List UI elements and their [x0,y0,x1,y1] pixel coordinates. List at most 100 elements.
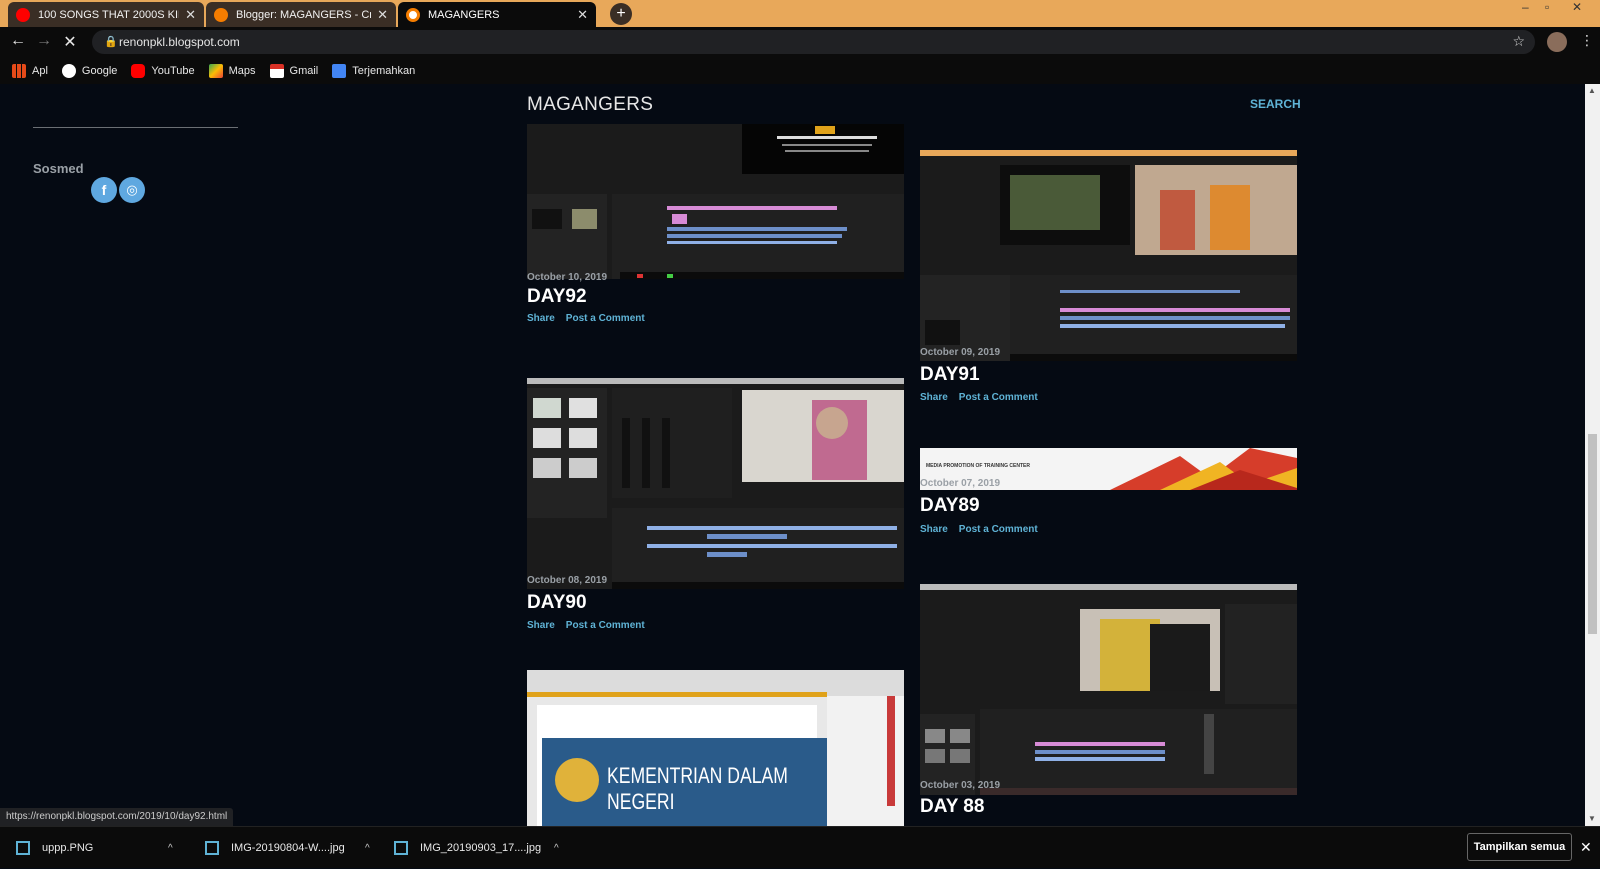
post-card: October 09, 2019 DAY91 Share Post a Comme… [920,150,1297,410]
address-url[interactable]: renonpkl.blogspot.com [119,35,240,49]
tab-magangers[interactable]: MAGANGERS ✕ [398,2,596,27]
download-filename: IMG-20190804-W....jpg [231,842,345,854]
post-actions: Share Post a Comment [920,524,1049,535]
post-thumbnail[interactable] [920,584,1297,795]
video-editor-screenshot [527,378,904,589]
close-downloads-icon[interactable]: ✕ [1580,839,1592,856]
stop-loading-icon[interactable]: ✕ [60,32,80,52]
post-actions: Share Post a Comment [920,392,1049,403]
kementrian-text: KEMENTRIAN DALAM NEGERI [607,763,788,814]
post-thumbnail[interactable]: KEMENTRIAN DALAM NEGERI [527,670,904,826]
scroll-up-icon[interactable]: ▲ [1588,86,1596,95]
post-title[interactable]: DAY90 [527,592,587,614]
show-all-downloads-button[interactable]: Tampilkan semua [1467,833,1572,861]
tab-strip: 100 SONGS THAT 2000S KID ✕ Blogger: MAGA… [0,0,1600,27]
chevron-up-icon[interactable]: ^ [554,843,559,854]
window-close-icon[interactable]: ✕ [1572,0,1582,14]
tab-youtube[interactable]: 100 SONGS THAT 2000S KID ✕ [8,2,204,27]
scroll-down-icon[interactable]: ▼ [1588,814,1596,823]
video-editor-screenshot [920,584,1297,795]
post-title[interactable]: DAY91 [920,364,980,386]
blog-title[interactable]: MAGANGERS [527,94,653,116]
bookmark-google[interactable]: Google [61,63,118,78]
post-comment-link[interactable]: Post a Comment [566,620,645,631]
downloads-bar: uppp.PNG ^ IMG-20190804-W....jpg ^ IMG_2… [0,826,1600,868]
close-icon[interactable]: ✕ [377,7,388,23]
bookmark-label: Terjemahkan [352,64,416,77]
post-actions: Share Post a Comment [527,620,656,631]
download-item[interactable]: uppp.PNG ^ [16,827,186,869]
chevron-up-icon[interactable]: ^ [168,843,173,854]
youtube-icon [131,63,146,78]
sidebar-divider [33,127,238,128]
browser-toolbar: ← → ✕ 🔒 renonpkl.blogspot.com ☆ ⋮ [0,27,1600,57]
bookmarks-bar: Apl Google YouTube Maps Gmail Terjemahka… [0,57,1600,84]
bookmark-apps[interactable]: Apl [12,63,48,78]
back-icon[interactable]: ← [8,32,28,50]
tab-blogger[interactable]: Blogger: MAGANGERS - Create p ✕ [206,2,396,27]
post-card: October 10, 2019 DAY92 Share Post a Comme… [527,124,904,324]
more-menu-icon[interactable]: ⋮ [1580,32,1594,49]
post-title[interactable]: DAY 88 [920,796,984,818]
minimize-icon[interactable]: – [1522,0,1529,14]
google-icon [61,63,76,78]
bookmark-label: Google [81,64,118,77]
search-link[interactable]: SEARCH [1250,97,1301,111]
forward-icon[interactable]: → [34,32,54,50]
share-link[interactable]: Share [527,620,555,631]
post-date: October 07, 2019 [920,478,1001,489]
share-link[interactable]: Share [920,392,948,403]
new-tab-button[interactable]: + [610,3,632,25]
post-thumbnail[interactable] [527,124,904,279]
profile-avatar[interactable] [1547,32,1567,52]
post-title[interactable]: DAY92 [527,286,587,308]
post-card: KEMENTRIAN DALAM NEGERI [527,670,904,826]
address-bar[interactable]: 🔒 renonpkl.blogspot.com ☆ [92,30,1535,54]
post-card: October 03, 2019 DAY 88 [920,584,1297,826]
bookmark-label: Maps [228,64,256,77]
bookmark-star-icon[interactable]: ☆ [1512,33,1525,50]
post-date: October 08, 2019 [527,575,608,586]
video-editor-screenshot [527,124,904,279]
maximize-icon[interactable]: ▫ [1545,0,1549,14]
bookmark-translate[interactable]: Terjemahkan [332,63,416,78]
post-comment-link[interactable]: Post a Comment [566,313,645,324]
post-comment-link[interactable]: Post a Comment [959,392,1038,403]
sosmed-heading: Sosmed [33,161,84,176]
post-thumbnail[interactable] [527,378,904,589]
post-title[interactable]: DAY89 [920,495,980,517]
share-link[interactable]: Share [527,313,555,324]
page-content: Sosmed f ◎ MAGANGERS SEARCH October 10, … [0,84,1585,826]
maps-icon [208,63,223,78]
download-item[interactable]: IMG-20190804-W....jpg ^ [205,827,375,869]
post-comment-link[interactable]: Post a Comment [959,524,1038,535]
download-item[interactable]: IMG_20190903_17....jpg ^ [394,827,564,869]
blogger-favicon-icon [406,7,420,22]
bookmark-label: YouTube [151,64,195,77]
chevron-up-icon[interactable]: ^ [365,843,370,854]
tab-title: MAGANGERS [428,8,500,21]
post-card: October 08, 2019 DAY90 Share Post a Comme… [527,378,904,638]
banner-text: MEDIA PROMOTION OF TRAINING CENTER [926,463,1030,469]
close-icon[interactable]: ✕ [577,7,588,23]
facebook-icon[interactable]: f [91,177,117,203]
bookmark-gmail[interactable]: Gmail [269,63,318,78]
status-url: https://renonpkl.blogspot.com/2019/10/da… [0,808,234,826]
post-thumbnail[interactable] [920,150,1297,361]
page-scrollbar[interactable]: ▲ ▼ [1585,84,1600,826]
bookmark-label: Apl [32,64,48,77]
bookmark-maps[interactable]: Maps [208,63,256,78]
lock-icon[interactable]: 🔒 [104,35,118,48]
close-icon[interactable]: ✕ [185,7,196,23]
post-date: October 09, 2019 [920,347,1001,358]
scrollbar-thumb[interactable] [1588,434,1597,634]
bookmark-youtube[interactable]: YouTube [131,63,195,78]
post-actions: Share Post a Comment [527,313,656,324]
image-file-icon [205,841,219,855]
share-link[interactable]: Share [920,524,948,535]
post-date: October 10, 2019 [527,272,608,283]
post-date: October 03, 2019 [920,780,1001,791]
instagram-icon[interactable]: ◎ [119,177,145,203]
video-editor-screenshot [920,150,1297,361]
image-file-icon [16,841,30,855]
